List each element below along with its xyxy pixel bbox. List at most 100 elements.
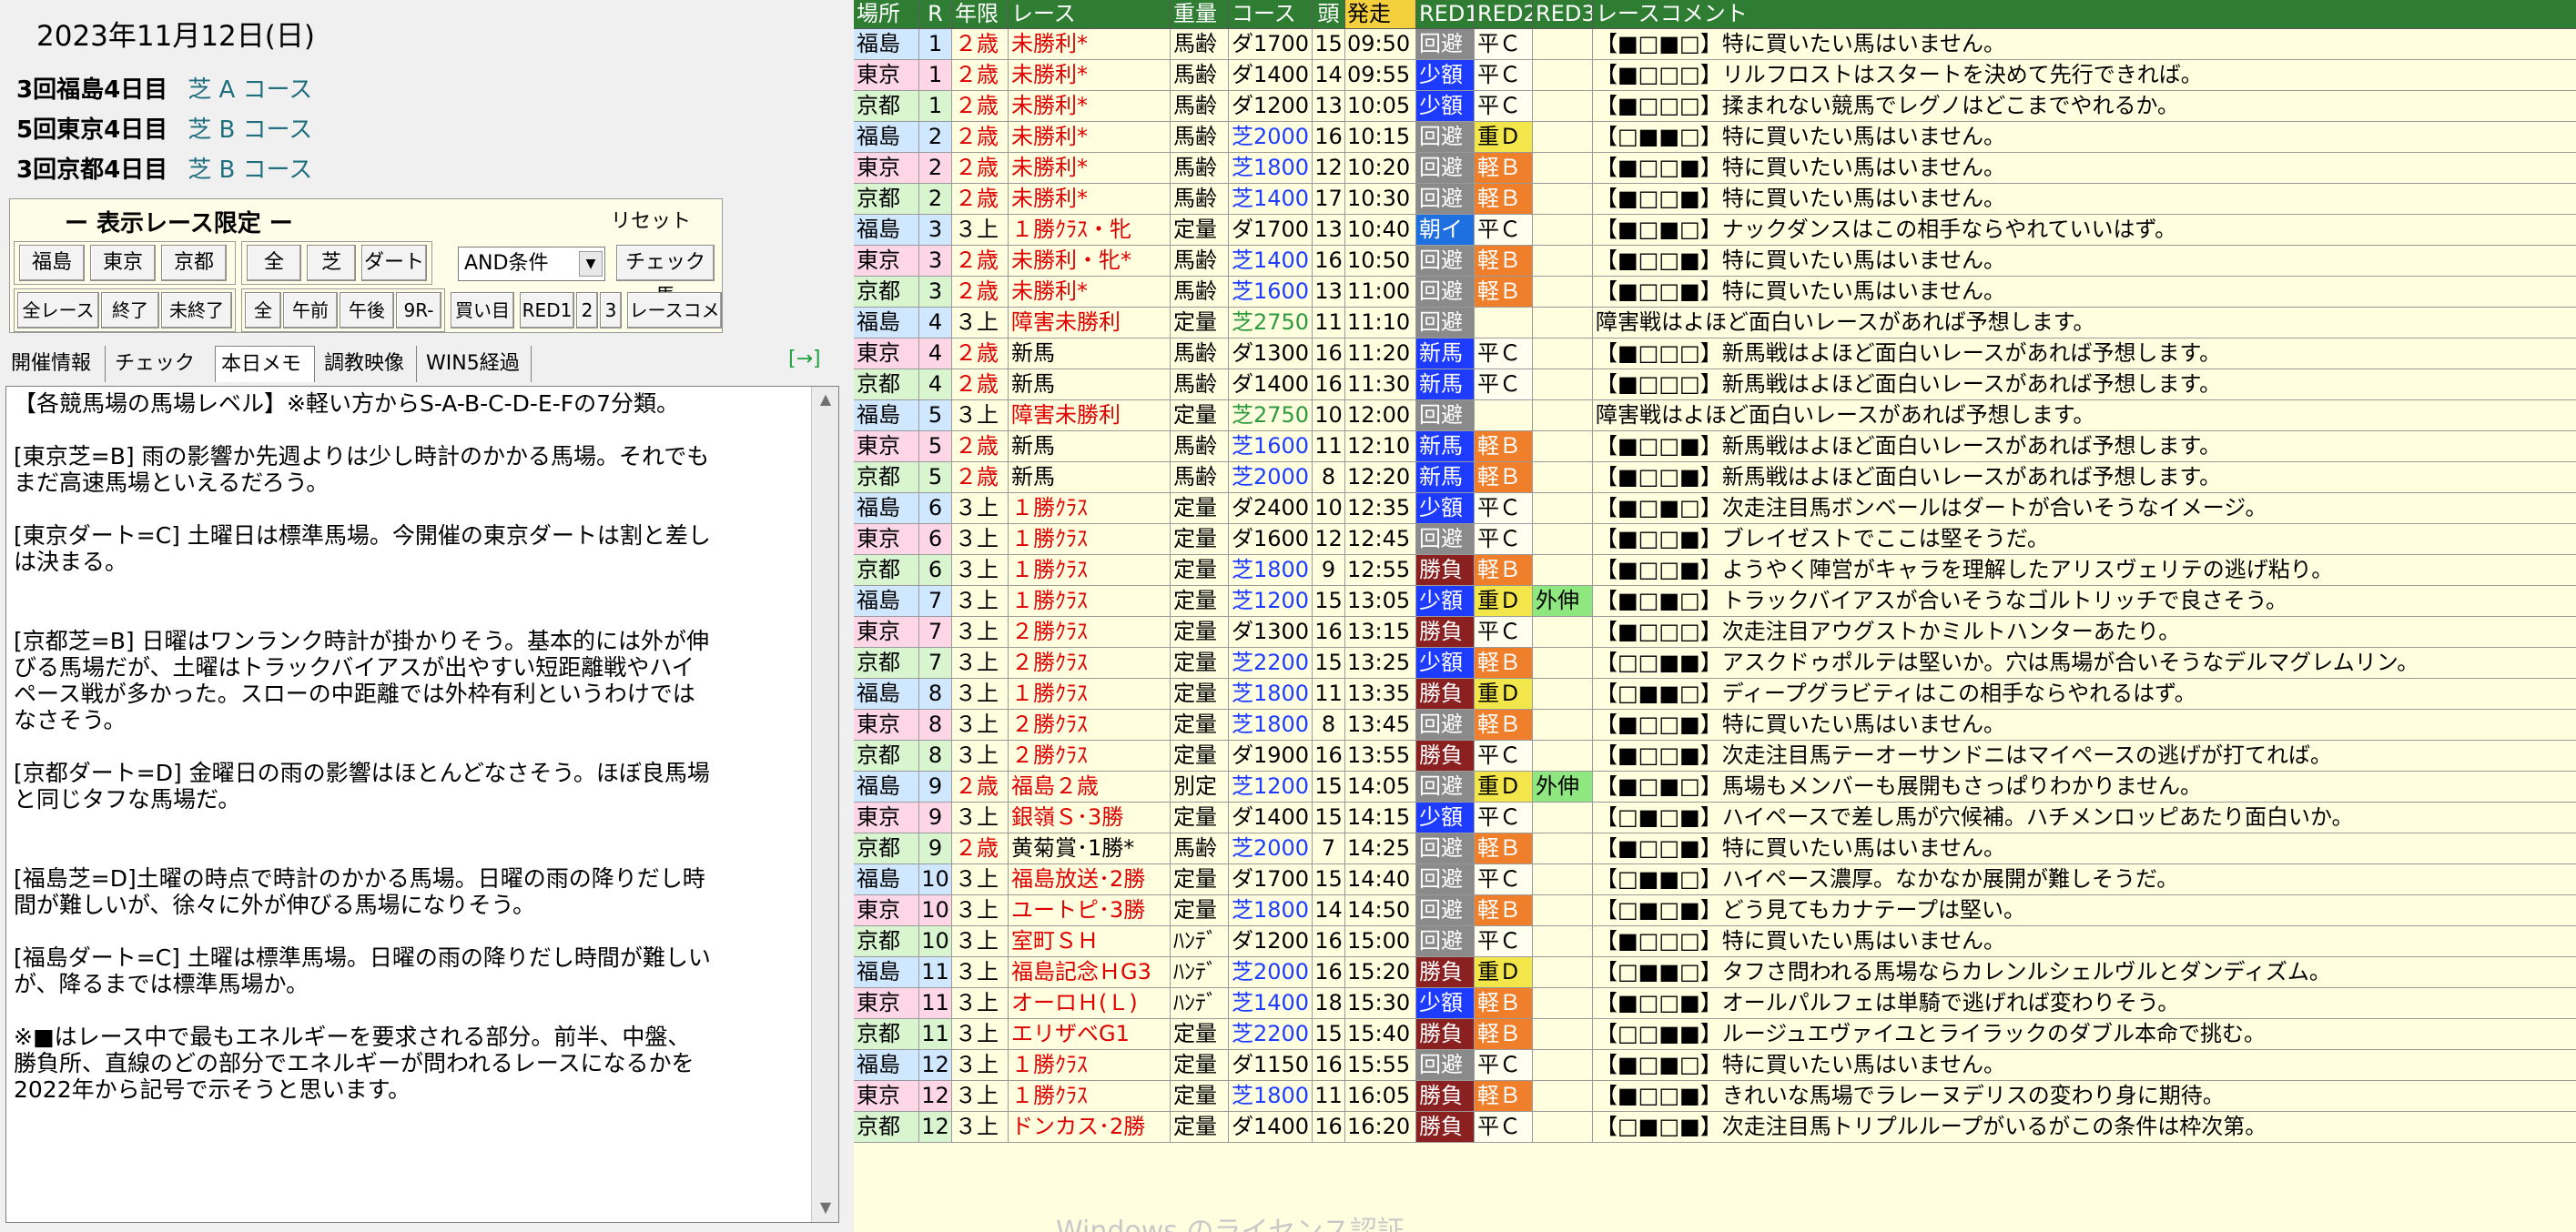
tab-win5[interactable]: WIN5経過	[421, 346, 532, 382]
table-row[interactable]: 京都 3 ２歳 未勝利* 馬齢 芝1600 13 11:00 回避 軽Ｂ 【■□□■】特に買いたい馬…	[854, 277, 2576, 308]
cell-field-size: 16	[1313, 926, 1345, 957]
table-row[interactable]: 福島 3 ３上 １勝ｸﾗｽ・牝 定量 ダ1700 13 10:40 朝イ 平Ｃ 【■□■□】ナックダ…	[854, 215, 2576, 246]
red1-button[interactable]: RED1	[520, 292, 574, 328]
table-row[interactable]: 福島 2 ２歳 未勝利* 馬齢 芝2000 16 10:15 回避 重Ｄ 【□■■□】特に買いたい馬…	[854, 122, 2576, 153]
buy-ticket-button[interactable]: 買い目	[451, 292, 514, 328]
table-row[interactable]: 京都 6 ３上 １勝ｸﾗｽ 定量 芝1800 9 12:55 勝負 軽Ｂ 【■□□■】ようやく陣営が…	[854, 555, 2576, 586]
cell-course: ダ1700	[1229, 864, 1313, 895]
table-row[interactable]: 京都 8 ３上 ２勝ｸﾗｽ 定量 ダ1900 16 13:55 勝負 平Ｃ 【■□□■】次走注目馬テ…	[854, 741, 2576, 772]
table-row[interactable]: 京都 4 ２歳 新馬 馬齢 ダ1400 16 11:30 新馬 平Ｃ 【■□□□】新馬戦はよほど面白…	[854, 369, 2576, 400]
cell-field-size: 18	[1313, 988, 1345, 1019]
cell-race-number: 10	[919, 895, 952, 926]
table-row[interactable]: 東京 4 ２歳 新馬 馬齢 ダ1300 16 11:20 新馬 平Ｃ 【■□□□】新馬戦はよほど面白…	[854, 338, 2576, 369]
tab-check-horse[interactable]: チェック馬	[109, 346, 217, 411]
place-button-tokyo[interactable]: 東京	[90, 245, 156, 281]
memo-textarea[interactable]: 【各競馬場の馬場レベル】※軽い方からS-A-B-C-D-E-Fの7分類。 [東京…	[5, 386, 839, 1223]
table-row[interactable]: 福島 8 ３上 １勝ｸﾗｽ 定量 芝1800 11 13:35 勝負 重Ｄ 【□■■□】ディープグラ…	[854, 679, 2576, 710]
header-place[interactable]: 場所	[854, 0, 919, 29]
and-condition-select[interactable]: AND条件 ▼	[458, 247, 605, 281]
finished-button[interactable]: 終了	[101, 292, 159, 328]
place-button-fukushima[interactable]: 福島	[19, 245, 85, 281]
time-button-9r[interactable]: 9R-	[396, 292, 441, 328]
cell-weight-rule: 定量	[1171, 400, 1229, 431]
place-button-kyoto[interactable]: 京都	[161, 245, 227, 281]
race-comment-button[interactable]: レースコメ	[627, 292, 722, 328]
scroll-up-icon[interactable]: ▲	[816, 390, 836, 410]
scroll-down-icon[interactable]: ▼	[816, 1198, 836, 1218]
surface-button-dirt[interactable]: ダート	[361, 245, 427, 281]
cell-red3	[1533, 988, 1593, 1019]
table-row[interactable]: 東京 10 ３上 ユートピ･3勝 定量 芝1800 14 14:50 回避 軽Ｂ 【□■□■】どう見…	[854, 895, 2576, 926]
table-row[interactable]: 福島 11 ３上 福島記念ＨG3 ﾊﾝﾃﾞ 芝2000 16 15:20 勝負 重Ｄ 【□■■□】タ…	[854, 957, 2576, 988]
all-races-button[interactable]: 全レース	[17, 292, 99, 328]
table-row[interactable]: 京都 10 ３上 室町ＳＨ ﾊﾝﾃﾞ ダ1200 16 15:00 回避 平Ｃ 【■□□□】特に買い…	[854, 926, 2576, 957]
cell-red3	[1533, 803, 1593, 833]
table-row[interactable]: 福島 12 ３上 １勝ｸﾗｽ 定量 ダ1150 16 15:55 回避 平Ｃ 【■□■□】特に買いた…	[854, 1050, 2576, 1081]
table-row[interactable]: 東京 7 ３上 ２勝ｸﾗｽ 定量 ダ1300 16 13:15 勝負 平Ｃ 【■□□□】次走注目アウ…	[854, 617, 2576, 648]
cell-red1: 少額	[1416, 91, 1475, 122]
cell-age-class: ３上	[952, 864, 1009, 895]
surface-button-all[interactable]: 全	[247, 245, 301, 281]
cell-age-class: ３上	[952, 1019, 1009, 1050]
cell-red3	[1533, 1019, 1593, 1050]
table-row[interactable]: 東京 6 ３上 １勝ｸﾗｽ 定量 ダ1600 12 12:45 回避 平Ｃ 【■□□■】ブレイゼスト…	[854, 524, 2576, 555]
cell-place: 東京	[854, 895, 919, 926]
tab-training-video[interactable]: 調教映像	[319, 346, 417, 382]
expand-icon[interactable]: [→]	[788, 348, 821, 370]
table-row[interactable]: 京都 12 ３上 ドンカス･2勝 定量 ダ1400 16 16:20 勝負 平Ｃ 【□■□■】次走注…	[854, 1112, 2576, 1143]
table-row[interactable]: 東京 9 ３上 銀嶺Ｓ･3勝 定量 ダ1400 15 14:15 少額 平Ｃ 【□■□■】ハイペース…	[854, 803, 2576, 833]
surface-button-turf[interactable]: 芝	[307, 245, 356, 281]
table-row[interactable]: 東京 3 ２歳 未勝利・牝* 馬齢 芝1400 16 10:50 回避 軽Ｂ 【■□□■】特に買いた…	[854, 246, 2576, 277]
table-row[interactable]: 福島 10 ３上 福島放送･2勝 定量 ダ1700 15 14:40 回避 平Ｃ 【□■■□】ハイペ…	[854, 864, 2576, 895]
header-race-name[interactable]: レース	[1009, 0, 1171, 29]
header-red1[interactable]: RED1	[1416, 0, 1475, 29]
table-row[interactable]: 京都 1 ２歳 未勝利* 馬齢 ダ1200 13 10:05 少額 平Ｃ 【■□□□】揉まれない競馬…	[854, 91, 2576, 122]
cell-age-class: ２歳	[952, 91, 1009, 122]
table-row[interactable]: 京都 5 ２歳 新馬 馬齢 芝2000 8 12:20 新馬 軽Ｂ 【■□□■】新馬戦はよほど面白い…	[854, 462, 2576, 493]
table-row[interactable]: 福島 6 ３上 １勝ｸﾗｽ 定量 ダ2400 10 12:35 少額 平Ｃ 【■□■□】次走注目馬ボ…	[854, 493, 2576, 524]
header-post-time[interactable]: 発走	[1345, 0, 1416, 29]
header-course[interactable]: コース	[1229, 0, 1313, 29]
cell-red2: 軽Ｂ	[1475, 246, 1533, 277]
table-row[interactable]: 京都 2 ２歳 未勝利* 馬齢 芝1400 17 10:30 回避 軽Ｂ 【■□□■】特に買いたい馬…	[854, 184, 2576, 215]
reset-button[interactable]: リセット	[611, 205, 691, 234]
header-field-size[interactable]: 頭	[1313, 0, 1345, 29]
header-age-class[interactable]: 年限	[952, 0, 1009, 29]
table-row[interactable]: 東京 12 ３上 １勝ｸﾗｽ 定量 芝1800 11 16:05 勝負 軽Ｂ 【■□□■】きれいな馬…	[854, 1081, 2576, 1112]
header-race-number[interactable]: R	[919, 0, 952, 29]
table-row[interactable]: 京都 9 ２歳 黄菊賞･1勝* 馬齢 芝2000 7 14:25 回避 軽Ｂ 【■□□■】特に買いた…	[854, 833, 2576, 864]
unfinished-button[interactable]: 未終了	[161, 292, 232, 328]
table-row[interactable]: 福島 9 ２歳 福島２歳 別定 芝1200 15 14:05 回避 重Ｄ 外伸 【■□■□】馬場もメン…	[854, 772, 2576, 803]
cell-field-size: 10	[1313, 493, 1345, 524]
header-race-comment[interactable]: レースコメント	[1593, 0, 2576, 29]
red2-button[interactable]: 2	[576, 292, 598, 328]
table-row[interactable]: 福島 5 ３上 障害未勝利 定量 芝2750 10 12:00 回避 障害戦はよほど面白いレースが…	[854, 400, 2576, 431]
tab-meeting-info[interactable]: 開催情報	[5, 346, 106, 382]
cell-red2: 軽Ｂ	[1475, 710, 1533, 741]
memo-scrollbar[interactable]: ▲ ▼	[811, 387, 838, 1222]
header-weight-rule[interactable]: 重量	[1171, 0, 1229, 29]
table-row[interactable]: 福島 4 ３上 障害未勝利 定量 芝2750 11 11:10 回避 障害戦はよほど面白いレースが…	[854, 308, 2576, 338]
cell-race-name: １勝ｸﾗｽ	[1009, 679, 1171, 710]
cell-red2: 平Ｃ	[1475, 1050, 1533, 1081]
time-button-morning[interactable]: 午前	[283, 292, 338, 328]
table-row[interactable]: 東京 11 ３上 オーロＨ(Ｌ) ﾊﾝﾃﾞ 芝1400 18 15:30 少額 軽Ｂ 【■□□■】オ…	[854, 988, 2576, 1019]
chevron-down-icon[interactable]: ▼	[579, 251, 603, 277]
time-button-all[interactable]: 全	[245, 292, 281, 328]
table-row[interactable]: 東京 5 ２歳 新馬 馬齢 芝1600 11 12:10 新馬 軽Ｂ 【■□□■】新馬戦はよほど面白…	[854, 431, 2576, 462]
table-row[interactable]: 東京 8 ３上 ２勝ｸﾗｽ 定量 芝1800 8 13:45 回避 軽Ｂ 【■□□■】特に買いたい馬…	[854, 710, 2576, 741]
table-row[interactable]: 東京 1 ２歳 未勝利* 馬齢 ダ1400 14 09:55 少額 平Ｃ 【■□□□】リルフロストは…	[854, 60, 2576, 91]
table-row[interactable]: 福島 7 ３上 １勝ｸﾗｽ 定量 芝1200 15 13:05 少額 重Ｄ 外伸 【■□■□】トラック…	[854, 586, 2576, 617]
table-row[interactable]: 東京 2 ２歳 未勝利* 馬齢 芝1800 12 10:20 回避 軽Ｂ 【■□□■】特に買いたい馬…	[854, 153, 2576, 184]
time-button-afternoon[interactable]: 午後	[340, 292, 394, 328]
check-horse-button[interactable]: チェック馬	[616, 245, 715, 308]
table-row[interactable]: 京都 7 ３上 ２勝ｸﾗｽ 定量 芝2200 15 13:25 少額 軽Ｂ 【□□■■】アスクドゥポ…	[854, 648, 2576, 679]
header-red3[interactable]: RED3	[1533, 0, 1593, 29]
header-red2[interactable]: RED2	[1475, 0, 1533, 29]
table-row[interactable]: 京都 11 ３上 エリザベG1 定量 芝2200 15 15:40 勝負 軽Ｂ 【□□■■】ルージュ…	[854, 1019, 2576, 1050]
tab-today-memo[interactable]: 本日メモ	[215, 346, 315, 382]
red3-button[interactable]: 3	[600, 292, 622, 328]
table-row[interactable]: 福島 1 ２歳 未勝利* 馬齢 ダ1700 15 09:50 回避 平Ｃ 【■□■□】特に買いたい馬…	[854, 29, 2576, 60]
cell-weight-rule: 定量	[1171, 741, 1229, 772]
cell-red2: 軽Ｂ	[1475, 277, 1533, 308]
